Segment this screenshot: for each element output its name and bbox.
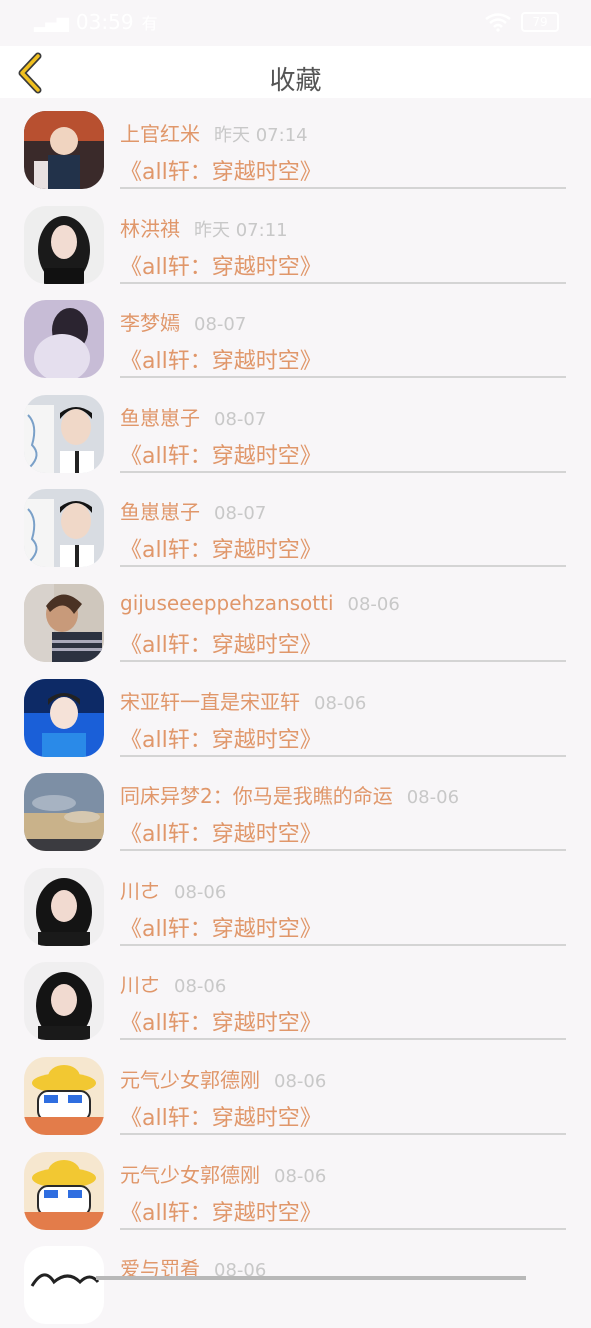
book-title[interactable]: 《all轩：穿越时空》 [120, 249, 322, 281]
divider [120, 659, 566, 662]
book-title[interactable]: 《all轩：穿越时空》 [120, 627, 322, 659]
avatar[interactable] [24, 1151, 104, 1230]
user-name[interactable]: 宋亚轩一直是宋亚轩 [120, 690, 300, 714]
book-title[interactable]: 《all轩：穿越时空》 [120, 532, 322, 564]
timestamp: 08-06 [174, 976, 227, 998]
avatar[interactable] [24, 678, 104, 757]
timestamp: 08-06 [347, 593, 400, 615]
book-title[interactable]: 《all轩：穿越时空》 [120, 1005, 322, 1037]
avatar[interactable] [24, 583, 104, 662]
book-title[interactable]: 《all轩：穿越时空》 [120, 722, 322, 754]
item-meta: 同床异梦2：你马是我瞧的命运 08-06 [120, 780, 566, 809]
item-meta: 上官红米 昨天 07:14 [120, 118, 566, 147]
user-name[interactable]: 元气少女郭德刚 [120, 1163, 260, 1187]
divider [120, 470, 566, 473]
favorite-item[interactable]: 川ㄜ 08-06 《all轩：穿越时空》 [0, 949, 591, 1044]
favorite-item[interactable]: 上官红米 昨天 07:14 《all轩：穿越时空》 [0, 98, 591, 193]
book-title[interactable]: 《all轩：穿越时空》 [120, 816, 322, 848]
divider [120, 1038, 566, 1041]
item-meta: 宋亚轩一直是宋亚轩 08-06 [120, 686, 566, 715]
favorite-item[interactable]: 林洪祺 昨天 07:11 《all轩：穿越时空》 [0, 193, 591, 288]
user-name[interactable]: 李梦嫣 [120, 311, 180, 335]
timestamp: 08-06 [274, 1070, 327, 1092]
home-indicator[interactable] [96, 1276, 526, 1280]
avatar[interactable] [24, 867, 104, 946]
item-meta: 李梦嫣 08-07 [120, 307, 566, 336]
timestamp: 08-07 [214, 503, 267, 525]
favorite-item[interactable]: gijuseeeppehzansotti 08-06 《all轩：穿越时空》 [0, 571, 591, 666]
user-name[interactable]: 同床异梦2：你马是我瞧的命运 [120, 784, 393, 808]
status-time: 03:59 [75, 10, 134, 34]
avatar[interactable] [24, 111, 104, 189]
timestamp: 昨天 07:11 [194, 219, 288, 241]
user-name[interactable]: 林洪祺 [120, 217, 180, 241]
battery-level: 79 [532, 15, 548, 29]
divider [120, 943, 566, 946]
divider [120, 1132, 566, 1135]
status-carrier-mark: 有 [141, 14, 158, 33]
book-title[interactable]: 《all轩：穿越时空》 [120, 911, 322, 943]
user-name[interactable]: gijuseeeppehzansotti [120, 591, 334, 615]
book-title[interactable]: 《all轩：穿越时空》 [120, 154, 322, 186]
favorite-item[interactable]: 爱与罚肴 08-06 [0, 1233, 591, 1328]
avatar[interactable] [24, 205, 104, 284]
book-title[interactable]: 《all轩：穿越时空》 [120, 438, 322, 470]
timestamp: 08-06 [274, 1165, 327, 1187]
item-meta: 元气少女郭德刚 08-06 [120, 1064, 566, 1093]
avatar[interactable] [24, 394, 104, 473]
item-meta: 川ㄜ 08-06 [120, 875, 566, 904]
user-name[interactable]: 川ㄜ [120, 973, 160, 997]
user-name[interactable]: 上官红米 [120, 122, 200, 146]
book-title[interactable]: 《all轩：穿越时空》 [120, 1195, 322, 1227]
divider [120, 565, 566, 568]
user-name[interactable]: 鱼崽崽子 [120, 406, 200, 430]
item-meta: 林洪祺 昨天 07:11 [120, 213, 566, 242]
item-meta: 鱼崽崽子 08-07 [120, 402, 566, 431]
avatar[interactable] [24, 962, 104, 1041]
battery-icon: 79 [521, 12, 559, 32]
favorite-item[interactable]: 元气少女郭德刚 08-06 《all轩：穿越时空》 [0, 1044, 591, 1139]
header-bar: 收藏 [0, 46, 591, 98]
divider [120, 754, 566, 757]
favorite-item[interactable]: 李梦嫣 08-07 《all轩：穿越时空》 [0, 287, 591, 382]
avatar[interactable] [24, 489, 104, 568]
user-name[interactable]: 元气少女郭德刚 [120, 1068, 260, 1092]
divider [120, 376, 566, 379]
book-title[interactable]: 《all轩：穿越时空》 [120, 343, 322, 375]
timestamp: 08-06 [406, 787, 460, 809]
timestamp: 08-06 [314, 692, 367, 714]
book-title[interactable]: 《all轩：穿越时空》 [120, 1100, 322, 1132]
user-name[interactable]: 川ㄜ [120, 879, 160, 903]
timestamp: 08-06 [174, 881, 227, 903]
favorite-item[interactable]: 宋亚轩一直是宋亚轩 08-06 《all轩：穿越时空》 [0, 666, 591, 761]
user-name[interactable]: 鱼崽崽子 [120, 500, 200, 524]
favorite-item[interactable]: 川ㄜ 08-06 《all轩：穿越时空》 [0, 855, 591, 950]
avatar[interactable] [24, 300, 104, 379]
status-bar: ▂▄▆ 03:59 有 79 [0, 0, 591, 46]
favorite-item[interactable]: 元气少女郭德刚 08-06 《all轩：穿越时空》 [0, 1139, 591, 1234]
item-meta: gijuseeeppehzansotti 08-06 [120, 591, 566, 615]
page-title: 收藏 [269, 66, 322, 96]
avatar[interactable] [24, 1246, 104, 1325]
divider [120, 281, 566, 284]
favorite-item[interactable]: 鱼崽崽子 08-07 《all轩：穿越时空》 [0, 476, 591, 571]
favorite-item[interactable]: 同床异梦2：你马是我瞧的命运 08-06 《all轩：穿越时空》 [0, 760, 591, 855]
timestamp: 08-07 [194, 314, 247, 336]
timestamp: 昨天 07:14 [214, 125, 308, 146]
signal-icon: ▂▄▆ [34, 12, 69, 32]
timestamp: 08-07 [214, 408, 267, 430]
favorites-list: 上官红米 昨天 07:14 《all轩：穿越时空》 林洪祺 昨天 07:11 《all轩：… [0, 98, 591, 1328]
avatar[interactable] [24, 773, 104, 852]
divider [120, 849, 566, 852]
divider [120, 1227, 566, 1230]
favorite-item[interactable]: 鱼崽崽子 08-07 《all轩：穿越时空》 [0, 382, 591, 477]
item-meta: 鱼崽崽子 08-07 [120, 496, 566, 525]
item-meta: 元气少女郭德刚 08-06 [120, 1159, 566, 1188]
wifi-icon [485, 13, 511, 32]
divider [120, 187, 566, 189]
item-meta: 川ㄜ 08-06 [120, 969, 566, 998]
avatar[interactable] [24, 1056, 104, 1135]
